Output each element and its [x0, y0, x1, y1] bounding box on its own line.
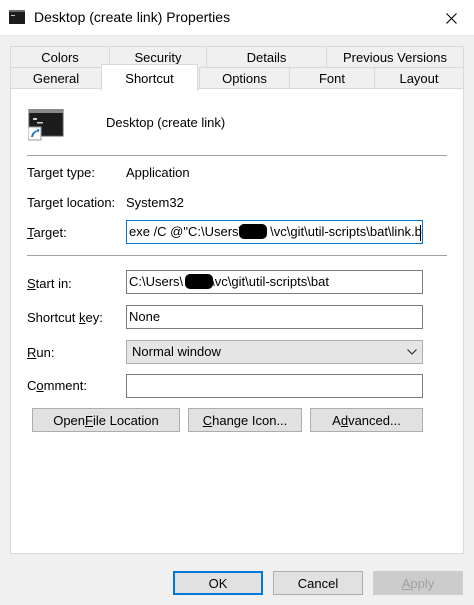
apply-button[interactable]: Apply [373, 571, 463, 595]
tab-layout[interactable]: Layout [374, 67, 464, 89]
redaction [239, 224, 267, 239]
tab-colors[interactable]: Colors [10, 46, 110, 68]
ok-button[interactable]: OK [173, 571, 263, 595]
start-in-label: Start in: [27, 276, 72, 291]
shortcut-panel: Desktop (create link) Target type: Appli… [10, 88, 464, 554]
comment-input[interactable] [126, 374, 423, 398]
advanced-button[interactable]: Ad vanced... [310, 408, 423, 432]
shortcut-key-label: Shortcut key: [27, 310, 103, 325]
tab-font[interactable]: Font [289, 67, 375, 89]
title-bar: Desktop (create link) Properties [0, 0, 474, 36]
window-title: Desktop (create link) Properties [34, 9, 231, 25]
target-location-label: Target location: [27, 195, 116, 210]
comment-label: Comment: [27, 378, 87, 393]
target-type-value: Application [126, 165, 190, 180]
target-input[interactable]: exe /C @"C:\Users\ \vc\git\util-scripts\b… [126, 220, 423, 244]
tab-shortcut[interactable]: Shortcut [101, 64, 198, 91]
run-select[interactable]: Normal window [126, 340, 423, 364]
cancel-button[interactable]: Cancel [273, 571, 363, 595]
console-shortcut-icon [28, 109, 64, 141]
divider [27, 155, 447, 156]
tab-previous-versions[interactable]: Previous Versions [326, 46, 464, 68]
open-file-location-button[interactable]: Open File Location [32, 408, 180, 432]
run-label: Run: [27, 345, 55, 360]
tab-row-front: General Options Font Layout [10, 67, 464, 89]
console-window-icon [9, 10, 25, 24]
chevron-down-icon [407, 349, 417, 355]
start-in-input[interactable]: C:\Users\ \vc\git\util-scripts\bat [126, 270, 423, 294]
text-caret [420, 225, 421, 241]
tab-options[interactable]: Options [199, 67, 290, 89]
divider [27, 255, 447, 256]
change-icon-button[interactable]: Change Icon... [188, 408, 302, 432]
close-button[interactable] [428, 0, 474, 36]
tab-details[interactable]: Details [206, 46, 327, 68]
target-type-label: Target type: [27, 165, 95, 180]
tab-row-back: Colors Security Details Previous Version… [10, 46, 464, 68]
close-icon [445, 12, 457, 24]
redaction [185, 274, 213, 289]
shortcut-name: Desktop (create link) [106, 115, 226, 130]
tab-general[interactable]: General [10, 67, 102, 89]
target-label: Target: [27, 225, 67, 240]
shortcut-key-input[interactable]: None [126, 305, 423, 329]
target-location-value: System32 [126, 195, 184, 210]
